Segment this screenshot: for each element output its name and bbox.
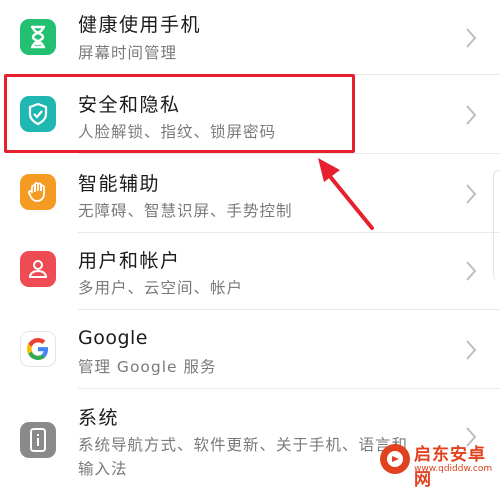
- item-subtitle: 多用户、云空间、帐户: [78, 279, 244, 297]
- watermark-logo-icon: [380, 444, 410, 474]
- item-title: Google: [78, 327, 149, 349]
- item-subtitle: 管理 Google 服务: [78, 358, 217, 376]
- item-subtitle: 屏幕时间管理: [78, 44, 178, 62]
- scrollbar-edge: [493, 170, 500, 281]
- item-subtitle: 系统导航方式、软件更新、关于手机、语言和: [78, 436, 409, 454]
- chevron-right-icon: [466, 184, 477, 204]
- settings-item-digital-balance[interactable]: 健康使用手机 屏幕时间管理: [0, 0, 500, 74]
- item-title: 健康使用手机: [78, 14, 202, 36]
- settings-item-smart-assistance[interactable]: 智能辅助 无障碍、智慧识屏、手势控制: [0, 154, 500, 232]
- item-subtitle: 无障碍、智慧识屏、手势控制: [78, 202, 293, 220]
- item-title: 系统: [78, 407, 120, 429]
- chevron-right-icon: [466, 105, 477, 125]
- item-subtitle-line2: 输入法: [78, 460, 128, 478]
- chevron-right-icon: [466, 28, 477, 48]
- chevron-right-icon: [466, 340, 477, 360]
- hourglass-icon: [20, 19, 56, 55]
- settings-item-users-accounts[interactable]: 用户和帐户 多用户、云空间、帐户: [0, 233, 500, 309]
- settings-item-google[interactable]: Google 管理 Google 服务: [0, 310, 500, 388]
- user-icon: [20, 251, 56, 287]
- item-title: 用户和帐户: [78, 250, 181, 272]
- watermark: 启东安卓网 www.qdiddw.com: [378, 438, 496, 490]
- watermark-url: www.qdiddw.com: [414, 464, 493, 474]
- item-title: 智能辅助: [78, 173, 161, 195]
- annotation-arrow: [318, 158, 374, 230]
- phone-info-icon: [20, 422, 56, 458]
- google-icon: [20, 331, 56, 367]
- hand-icon: [20, 174, 56, 210]
- chevron-right-icon: [466, 261, 477, 281]
- highlight-box: [4, 74, 355, 153]
